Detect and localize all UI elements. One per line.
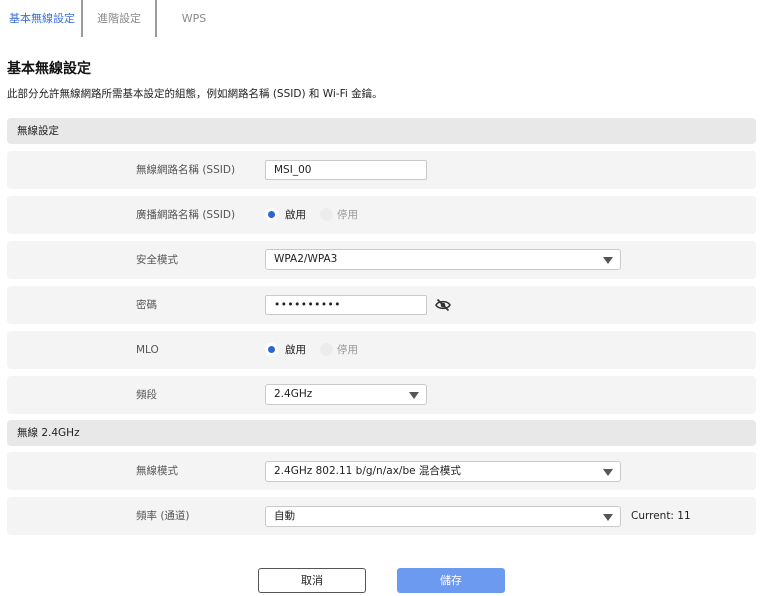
band-row: 頻段 2.4GHz: [7, 376, 756, 414]
security-mode-row: 安全模式 WPA2/WPA3: [7, 241, 756, 279]
tab-advanced[interactable]: 進階設定: [84, 0, 154, 38]
password-input[interactable]: [265, 295, 427, 315]
wireless-mode-select[interactable]: 2.4GHz 802.11 b/g/n/ax/be 混合模式: [265, 461, 621, 482]
broadcast-disable-radio[interactable]: [320, 208, 333, 221]
mlo-disable-label[interactable]: 停用: [337, 331, 358, 369]
wireless-mode-label: 無線模式: [136, 465, 178, 477]
band-select[interactable]: 2.4GHz: [265, 384, 427, 405]
broadcast-disable-label[interactable]: 停用: [337, 196, 358, 234]
wireless-mode-value: 2.4GHz 802.11 b/g/n/ax/be 混合模式: [274, 465, 461, 477]
page-title: 基本無線設定: [7, 61, 91, 77]
channel-value: 自動: [274, 510, 295, 522]
channel-row: 頻率 (通道) 自動 Current: 11: [7, 497, 756, 535]
chevron-down-icon: [603, 469, 613, 476]
password-label: 密碼: [136, 299, 157, 311]
chevron-down-icon: [603, 257, 613, 264]
page-description: 此部分允許無線網路所需基本設定的組態，例如網路名稱 (SSID) 和 Wi-Fi…: [7, 88, 383, 100]
mlo-enable-radio[interactable]: [265, 343, 278, 356]
ssid-label: 無線網路名稱 (SSID): [136, 164, 236, 176]
tab-divider: [81, 0, 83, 37]
tab-wps[interactable]: WPS: [158, 0, 230, 38]
mlo-row: MLO 啟用 停用: [7, 331, 756, 369]
mlo-enable-label[interactable]: 啟用: [285, 331, 306, 369]
security-mode-label: 安全模式: [136, 254, 178, 266]
channel-select[interactable]: 自動: [265, 506, 621, 527]
mlo-label: MLO: [136, 344, 159, 356]
tab-bar: 基本無線設定 進階設定 WPS: [0, 0, 780, 38]
cancel-button[interactable]: 取消: [258, 568, 366, 593]
password-row: 密碼: [7, 286, 756, 324]
section-header-24ghz: 無線 2.4GHz: [7, 420, 756, 446]
broadcast-ssid-label: 廣播網路名稱 (SSID): [136, 209, 236, 221]
eye-slash-icon[interactable]: [435, 298, 451, 312]
band-value: 2.4GHz: [274, 388, 313, 400]
save-button[interactable]: 儲存: [397, 568, 505, 593]
tab-divider: [155, 0, 157, 37]
security-mode-value: WPA2/WPA3: [274, 253, 338, 265]
channel-label: 頻率 (通道): [136, 510, 190, 522]
chevron-down-icon: [409, 392, 419, 399]
current-channel-text: Current: 11: [631, 510, 691, 522]
security-mode-select[interactable]: WPA2/WPA3: [265, 249, 621, 270]
broadcast-ssid-row: 廣播網路名稱 (SSID) 啟用 停用: [7, 196, 756, 234]
mlo-disable-radio[interactable]: [320, 343, 333, 356]
tab-basic-wireless[interactable]: 基本無線設定: [6, 0, 78, 38]
broadcast-enable-label[interactable]: 啟用: [285, 196, 306, 234]
band-label: 頻段: [136, 389, 157, 401]
chevron-down-icon: [603, 514, 613, 521]
ssid-row: 無線網路名稱 (SSID): [7, 151, 756, 189]
broadcast-enable-radio[interactable]: [265, 208, 278, 221]
section-header-wireless: 無線設定: [7, 118, 756, 144]
ssid-input[interactable]: [265, 160, 427, 180]
wireless-mode-row: 無線模式 2.4GHz 802.11 b/g/n/ax/be 混合模式: [7, 452, 756, 490]
